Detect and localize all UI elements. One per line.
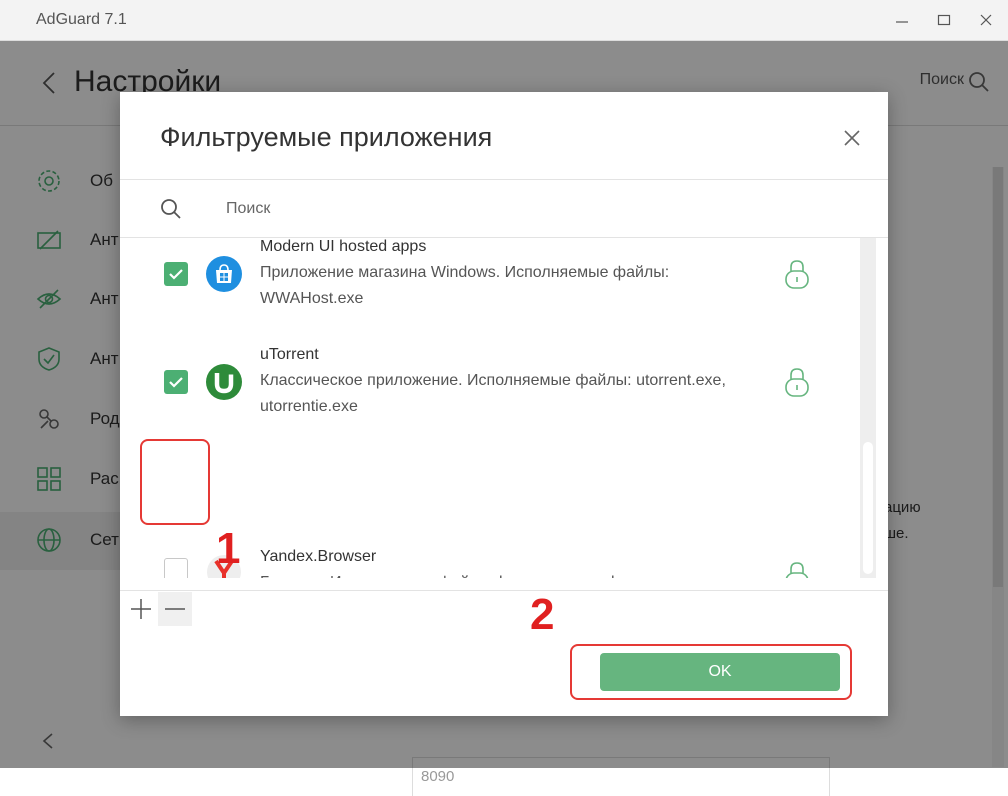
app-name: Modern UI hosted apps: [260, 238, 427, 255]
annotation-box-checkbox: [140, 439, 210, 525]
close-dialog-button[interactable]: [840, 126, 864, 150]
annotation-box-ok: [570, 644, 852, 700]
list-item[interactable]: uTorrent Классическое приложение. Исполн…: [120, 332, 860, 440]
app-description-line: WWAHost.exe: [260, 290, 364, 307]
checkmark-icon: [169, 377, 183, 388]
window-title: AdGuard 7.1: [36, 11, 127, 28]
app-checkbox[interactable]: [164, 370, 188, 394]
app-description: Классическое приложение. Исполняемые фай…: [260, 368, 780, 420]
app-checkbox[interactable]: [164, 262, 188, 286]
maximize-button[interactable]: [932, 8, 956, 32]
app-search-input[interactable]: [212, 194, 860, 224]
list-scrollbar[interactable]: [860, 238, 876, 578]
app-name: uTorrent: [260, 346, 319, 363]
windows-store-icon: [206, 256, 242, 292]
lock-icon[interactable]: [782, 560, 812, 578]
app-description-line: Браузер. Исполняемые файлы: browser.exe,…: [260, 570, 780, 578]
search-icon: [160, 198, 182, 225]
remove-app-button[interactable]: [158, 592, 192, 626]
port-value: 8090: [421, 768, 455, 785]
list-scrollbar-thumb[interactable]: [863, 442, 873, 574]
app-description-line: utorrentie.exe: [260, 398, 358, 415]
annotation-number-1: 1: [216, 524, 241, 573]
divider: [120, 590, 888, 591]
close-icon: [844, 130, 860, 146]
close-window-button[interactable]: [974, 8, 998, 32]
annotation-number-2: 2: [530, 590, 555, 639]
plus-icon: [131, 599, 151, 619]
app-description: Браузер. Исполняемые файлы: browser.exe,…: [260, 570, 780, 578]
app-name: Yandex.Browser: [260, 548, 377, 565]
utorrent-icon: [206, 364, 242, 400]
add-app-button[interactable]: [124, 592, 158, 626]
window-titlebar: AdGuard 7.1: [0, 0, 1008, 41]
lock-icon[interactable]: [782, 258, 812, 290]
app-description-line: Приложение магазина Windows. Исполняемые…: [260, 264, 670, 281]
dialog-title: Фильтруемые приложения: [160, 122, 493, 152]
app-description: Приложение магазина Windows. Исполняемые…: [260, 260, 780, 312]
app-checkbox[interactable]: [164, 558, 188, 578]
minimize-button[interactable]: [890, 8, 914, 32]
lock-icon[interactable]: [782, 366, 812, 398]
divider: [120, 179, 888, 180]
minus-icon: [165, 608, 185, 610]
app-description-line: Классическое приложение. Исполняемые фай…: [260, 372, 726, 389]
list-item[interactable]: Modern UI hosted apps Приложение магазин…: [120, 238, 860, 332]
checkmark-icon: [169, 269, 183, 280]
filtered-apps-dialog: Фильтруемые приложения Modern UI hosted …: [120, 92, 888, 716]
